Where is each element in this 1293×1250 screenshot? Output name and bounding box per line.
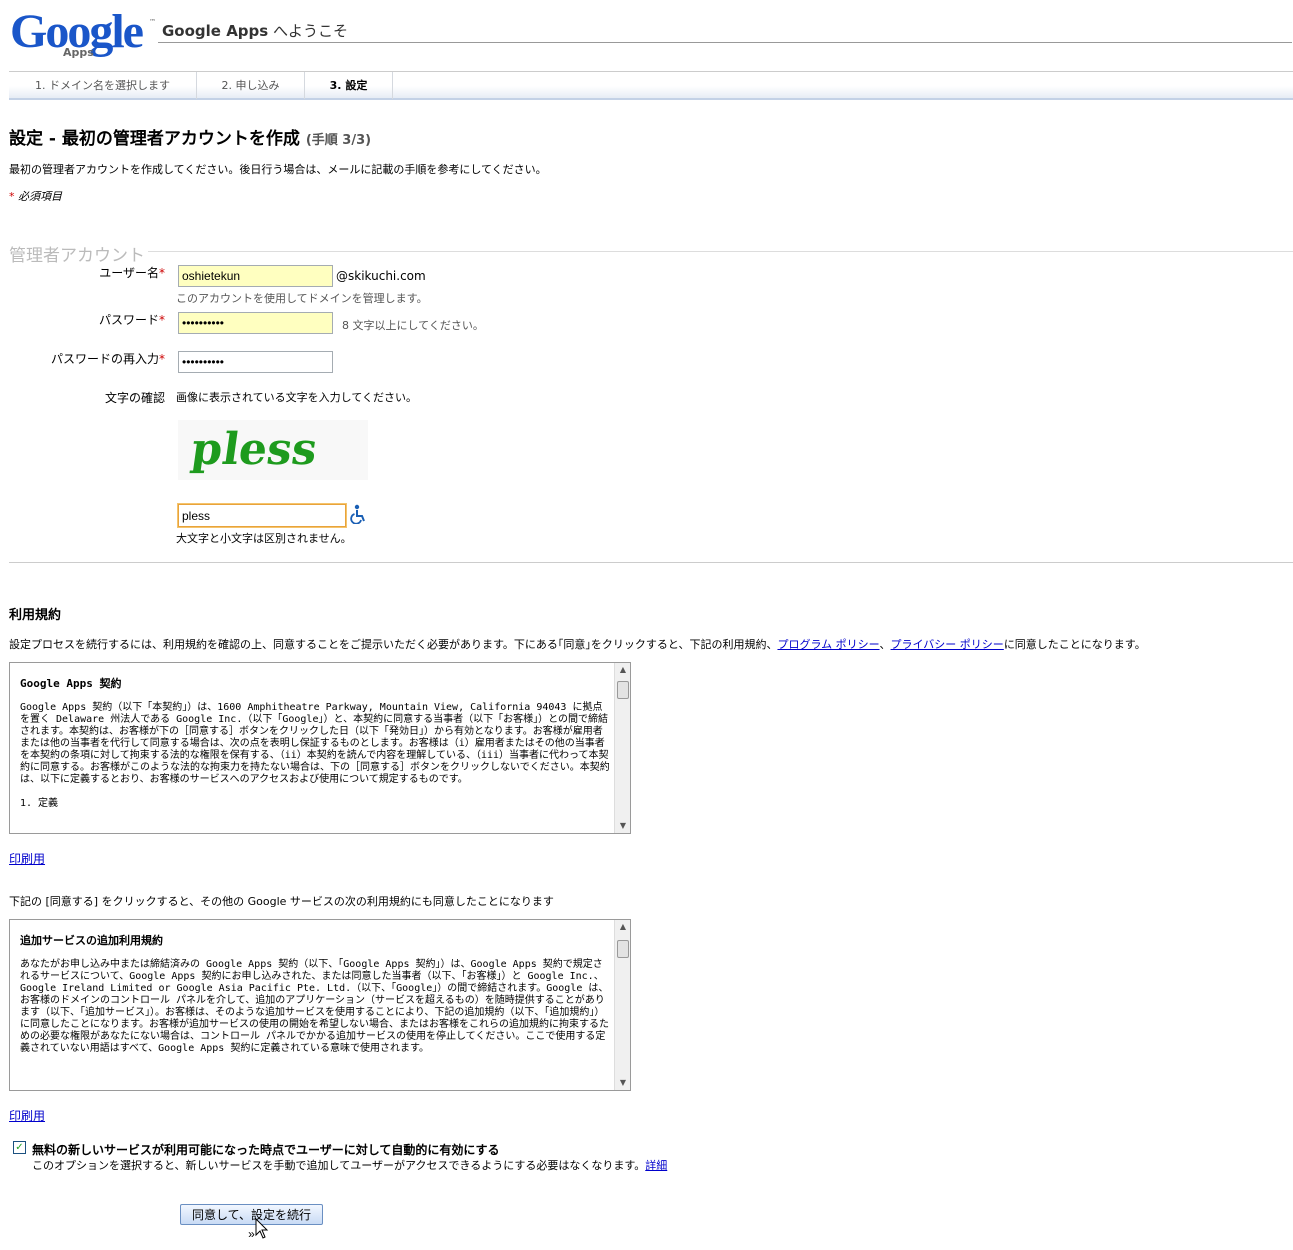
password-confirm-label: パスワードの再入力* xyxy=(9,350,165,367)
program-policy-link[interactable]: プログラム ポリシー xyxy=(777,638,879,651)
page-header-title: Google Apps へようこそ xyxy=(162,20,348,41)
apps-agreement-scrollbar[interactable]: ▲ ▼ xyxy=(614,663,630,833)
google-apps-logo[interactable]: Google Apps ™ xyxy=(10,6,158,64)
auto-enable-services-label[interactable]: 無料の新しいサービスが利用可能になった時点でユーザーに対して自動的に有効にする xyxy=(32,1141,500,1158)
apps-agreement-box[interactable]: Google Apps 契約 Google Apps 契約（以下「本契約」）は、… xyxy=(9,662,631,834)
apps-agreement-body: Google Apps 契約（以下「本契約」）は、1600 Amphitheat… xyxy=(20,702,610,785)
required-note-text: 必須項目 xyxy=(18,190,62,203)
page-title: 設定 - 最初の管理者アカウントを作成 (手順 3/3) xyxy=(9,124,371,149)
privacy-policy-link[interactable]: プライバシー ポリシー xyxy=(891,638,1004,651)
captcha-image-svg: pless xyxy=(188,423,320,475)
domain-suffix: @skikuchi.com xyxy=(336,269,426,283)
tos-heading: 利用規約 xyxy=(9,608,62,623)
scroll-up-icon[interactable]: ▲ xyxy=(615,663,630,677)
tos-lead-tail: に同意したことになります。 xyxy=(1003,638,1146,651)
page-title-step: (手順 3/3) xyxy=(305,133,372,148)
logo-apps-label: Apps xyxy=(63,46,94,59)
password-label-text: パスワード xyxy=(98,313,159,327)
admin-section-divider xyxy=(9,251,1293,252)
captcha-input[interactable] xyxy=(177,503,347,528)
username-required-star: * xyxy=(159,266,165,280)
required-note: * 必須項目 xyxy=(9,188,62,204)
section-divider xyxy=(9,562,1293,563)
password-input[interactable] xyxy=(178,312,333,334)
accept-continue-button[interactable]: 同意して、設定を続行 » xyxy=(180,1204,323,1241)
page-title-text: 設定 - 最初の管理者アカウントを作成 xyxy=(9,129,300,149)
captcha-image-text: pless xyxy=(188,423,320,475)
step-3-setup: 3. 設定 xyxy=(305,72,393,99)
auto-enable-services-desc: このオプションを選択すると、新しいサービスを手動で追加してユーザーがアクセスでき… xyxy=(32,1157,667,1173)
password-label: パスワード* xyxy=(9,311,165,328)
username-hint: このアカウントを使用してドメインを管理します。 xyxy=(176,292,428,305)
step-2-signup: 2. 申し込み xyxy=(197,72,305,99)
details-link[interactable]: 詳細 xyxy=(645,1159,667,1172)
apps-agreement-section-1: 1. 定義 xyxy=(20,798,59,809)
captcha-instruction: 画像に表示されている文字を入力してください。 xyxy=(176,391,418,404)
print-link-agreement[interactable]: 印刷用 xyxy=(9,850,45,867)
auto-enable-desc-text: このオプションを選択すると、新しいサービスを手動で追加してユーザーがアクセスでき… xyxy=(32,1159,646,1172)
captcha-label: 文字の確認 xyxy=(104,391,165,405)
additional-terms-heading: 追加サービスの追加利用規約 xyxy=(20,934,163,947)
scroll-thumb[interactable] xyxy=(617,940,629,958)
header-welcome: へようこそ xyxy=(268,22,348,40)
additional-terms-lead: 下記の [同意する] をクリックすると、その他の Google サービスの次の利… xyxy=(9,895,554,908)
password-confirm-input[interactable] xyxy=(178,351,333,373)
username-label: ユーザー名* xyxy=(9,264,165,281)
apps-agreement-heading: Google Apps 契約 xyxy=(20,677,122,690)
tos-lead: 設定プロセスを続行するには、利用規約を確認の上、同意することをご提示いただく必要… xyxy=(9,636,1146,652)
auto-enable-services-checkbox[interactable]: ✓ xyxy=(13,1141,26,1154)
scroll-thumb[interactable] xyxy=(617,681,629,699)
username-input[interactable] xyxy=(178,265,333,287)
scroll-up-icon[interactable]: ▲ xyxy=(615,920,630,934)
arrow-cursor-icon xyxy=(255,1217,269,1239)
additional-terms-content: 追加サービスの追加利用規約 あなたがお申し込み中または締結済みの Google … xyxy=(20,920,612,1055)
mouse-cursor-icon xyxy=(255,1217,269,1240)
password-confirm-label-text: パスワードの再入力 xyxy=(50,352,159,366)
header-divider xyxy=(158,42,1292,43)
password-required-star: * xyxy=(159,313,165,327)
captcha-image: pless xyxy=(178,420,368,480)
intro-text: 最初の管理者アカウントを作成してください。後日行う場合は、メールに記載の手順を参… xyxy=(9,163,547,176)
header-brand: Google Apps xyxy=(162,22,269,40)
username-label-text: ユーザー名 xyxy=(99,266,159,280)
captcha-hint: 大文字と小文字は区別されません。 xyxy=(176,532,352,545)
scroll-down-icon[interactable]: ▼ xyxy=(615,819,630,833)
additional-terms-scrollbar[interactable]: ▲ ▼ xyxy=(614,920,630,1090)
apps-agreement-content: Google Apps 契約 Google Apps 契約（以下「本契約」）は、… xyxy=(20,663,612,810)
additional-terms-box[interactable]: 追加サービスの追加利用規約 あなたがお申し込み中または締結済みの Google … xyxy=(9,919,631,1091)
password-confirm-required-star: * xyxy=(159,352,165,366)
step-1-choose-domain: 1. ドメイン名を選択します xyxy=(9,72,197,99)
additional-terms-body: あなたがお申し込み中または締結済みの Google Apps 契約（以下、「Go… xyxy=(20,959,609,1054)
scroll-down-icon[interactable]: ▼ xyxy=(615,1076,630,1090)
wheelchair-icon xyxy=(350,504,365,525)
admin-section-legend: 管理者アカウント xyxy=(9,241,148,266)
setup-steps-bar: 1. ドメイン名を選択します 2. 申し込み 3. 設定 xyxy=(9,71,1293,100)
accessibility-icon[interactable] xyxy=(350,504,368,525)
tos-separator: 、 xyxy=(879,638,891,651)
tos-lead-text: 設定プロセスを続行するには、利用規約を確認の上、同意することをご提示いただく必要… xyxy=(9,638,778,651)
required-star: * xyxy=(9,190,15,203)
password-hint: 8 文字以上にしてください。 xyxy=(342,319,484,332)
print-link-additional-terms[interactable]: 印刷用 xyxy=(9,1107,45,1124)
logo-trademark: ™ xyxy=(149,18,156,26)
